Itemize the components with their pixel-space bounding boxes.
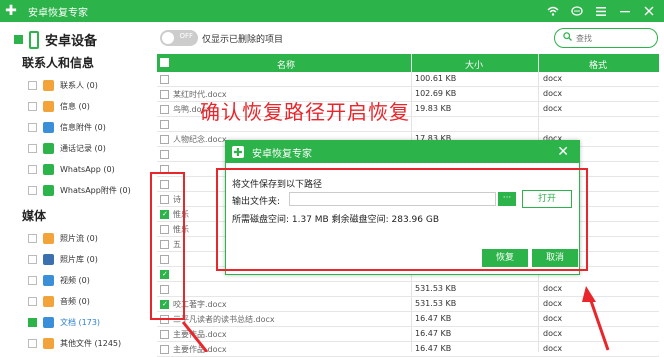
right-arrow-head [582,286,596,302]
right-arrow-line [588,297,610,351]
left-arrow-line [181,321,209,352]
annotation-arrows [181,286,610,352]
